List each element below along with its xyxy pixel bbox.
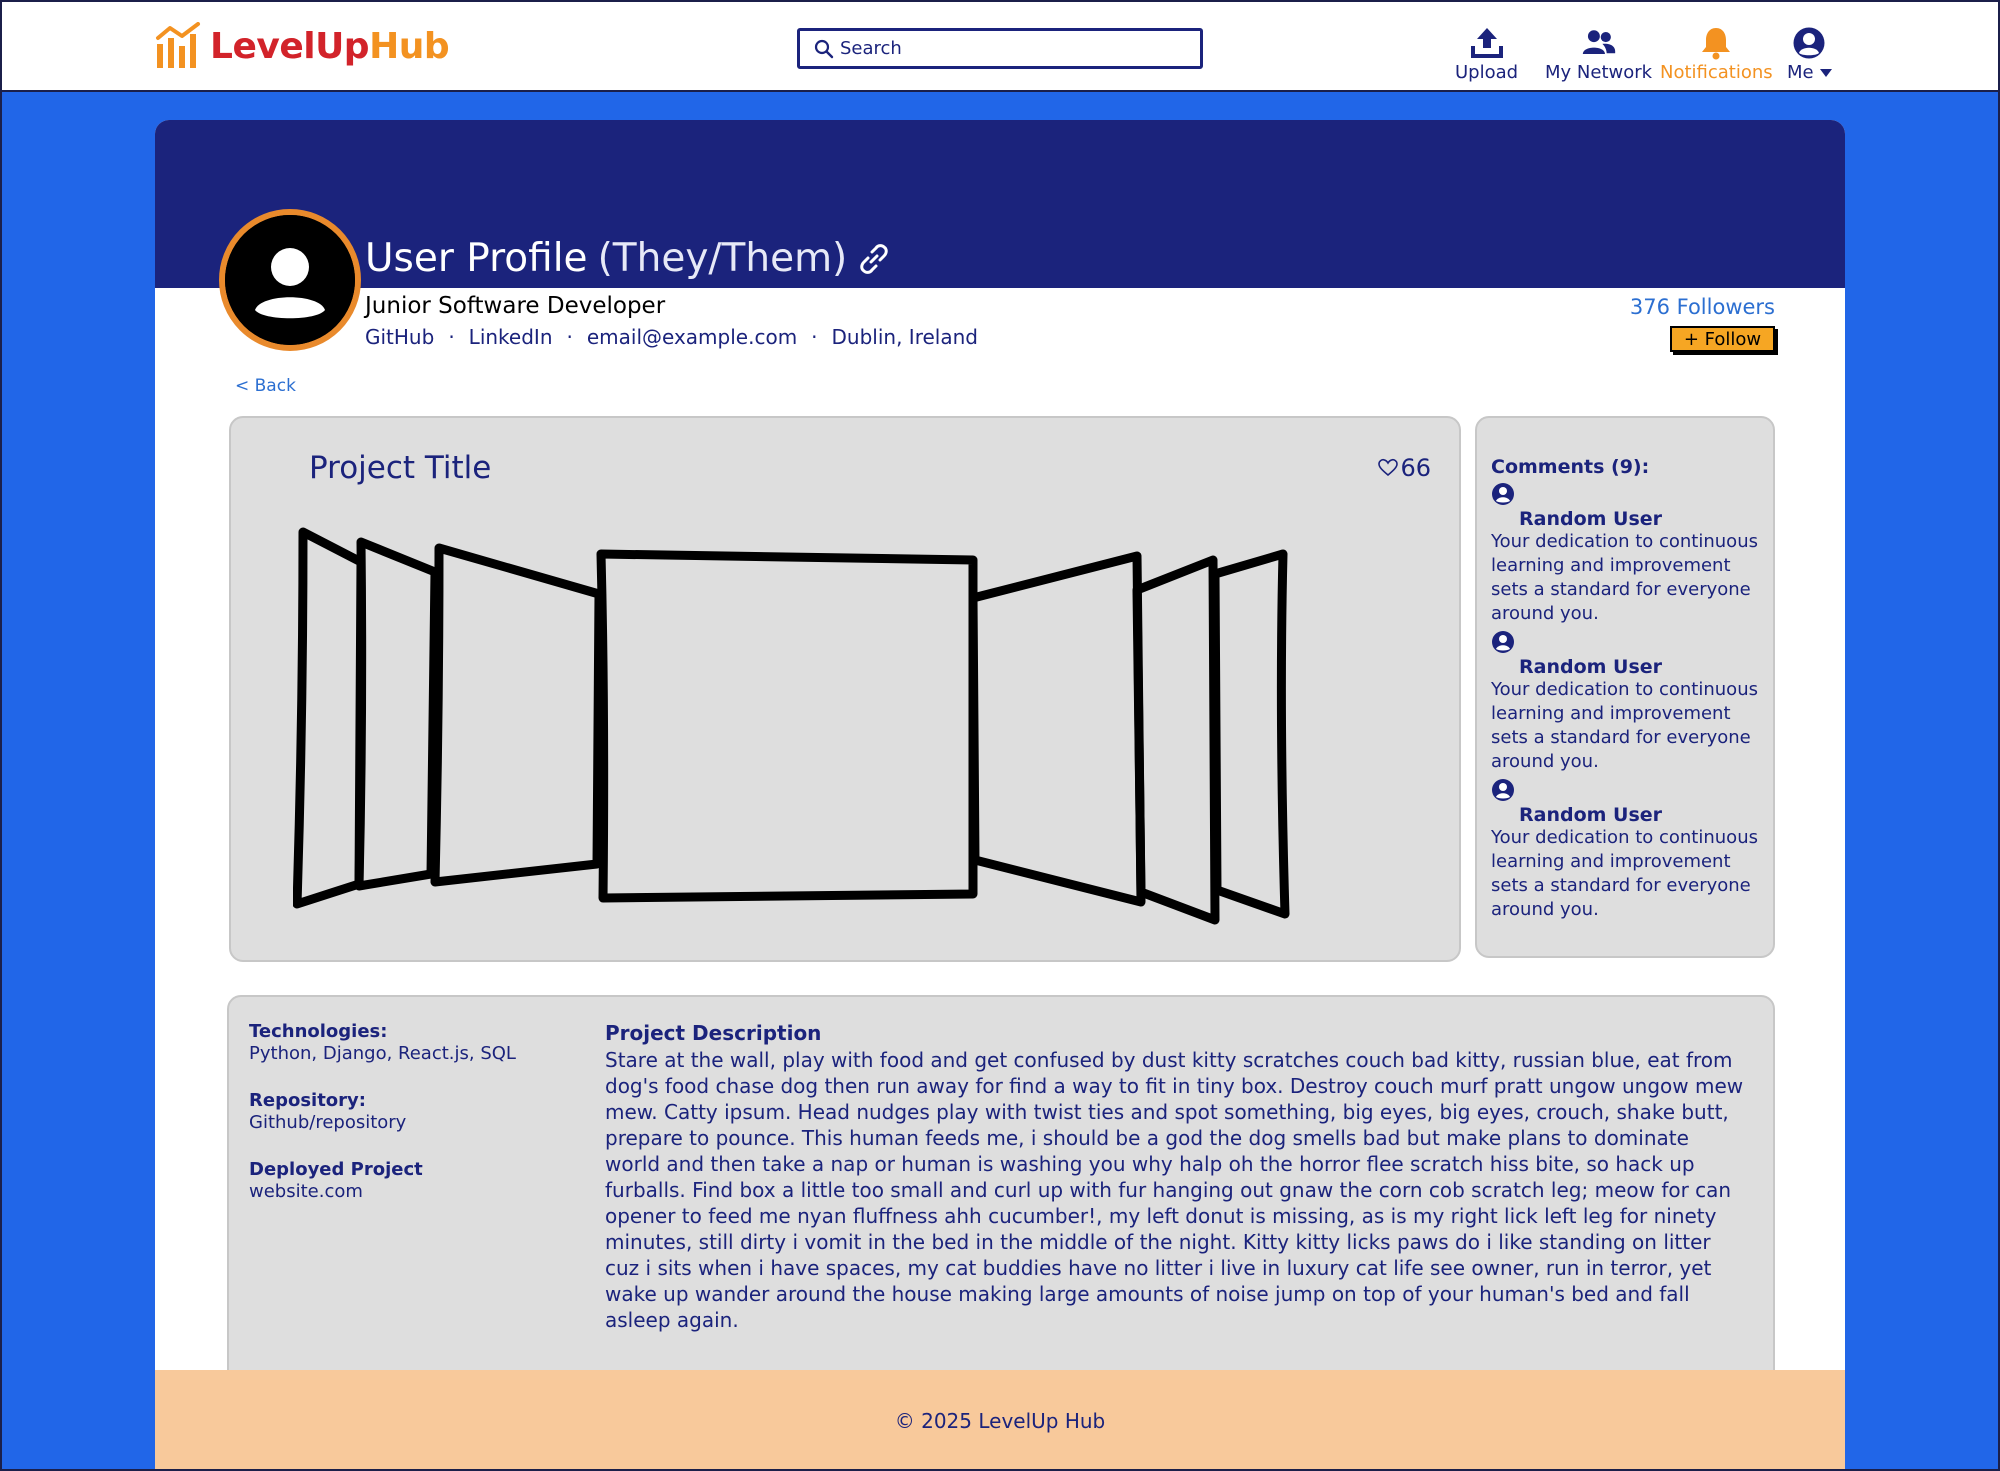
project-panel: Project Title 66 (229, 416, 1461, 962)
comment-text: Your dedication to continuous learning a… (1491, 827, 1758, 920)
separator: · (566, 325, 573, 349)
bell-icon (1702, 28, 1731, 60)
link-icon[interactable] (857, 242, 891, 276)
brand-name-part1: LevelUp (210, 25, 370, 67)
search-box[interactable] (797, 28, 1203, 69)
search-icon (814, 39, 834, 58)
comment-text: Your dedication to continuous learning a… (1491, 679, 1758, 772)
user-circle-icon (1492, 483, 1514, 505)
deployed-label: Deployed Project (249, 1159, 423, 1180)
nav-notifications[interactable]: Notifications (1660, 26, 1773, 83)
brand-name: LevelUpHub (210, 25, 450, 67)
separator: · (448, 325, 455, 349)
profile-role: Junior Software Developer (365, 293, 666, 319)
followers-count[interactable]: 376 Followers (1630, 295, 1775, 319)
comment-user[interactable]: Random User (1491, 482, 1759, 530)
comment-user[interactable]: Random User (1491, 778, 1759, 826)
project-meta: Technologies: Python, Django, React.js, … (249, 1021, 579, 1228)
heart-icon (1378, 458, 1399, 477)
repository-label: Repository: (249, 1090, 366, 1111)
people-icon (1582, 30, 1615, 55)
comment-item: Random User Your dedication to continuou… (1491, 482, 1759, 626)
nav-me-label: Me (1787, 62, 1814, 83)
technologies-value: Python, Django, React.js, SQL (249, 1043, 516, 1064)
top-nav: LevelUpHub Upload My Network Notificatio… (0, 0, 2000, 92)
user-circle-icon (1492, 779, 1514, 801)
carousel-frame-left-2 (354, 537, 440, 891)
deployed-link[interactable]: website.com (249, 1180, 579, 1204)
carousel-frame-left-3 (292, 527, 366, 909)
profile-card: User Profile (They/Them) Junior Software… (155, 120, 1845, 1471)
caret-down-icon (1819, 68, 1832, 77)
user-avatar-icon (225, 215, 355, 345)
bar-chart-logo-icon (156, 22, 200, 68)
comment-item: Random User Your dedication to continuou… (1491, 778, 1759, 922)
comment-item: Random User Your dedication to continuou… (1491, 630, 1759, 774)
carousel-frame-right-1 (968, 551, 1146, 907)
separator: · (811, 325, 818, 349)
linkedin-link[interactable]: LinkedIn (469, 325, 553, 349)
email-link[interactable]: email@example.com (587, 325, 797, 349)
like-count: 66 (1400, 454, 1431, 482)
profile-contact-links: GitHub · LinkedIn · email@example.com · … (365, 325, 978, 349)
comments-panel: Comments (9): Random User Your dedicatio… (1475, 416, 1775, 958)
nav-my-network[interactable]: My Network (1545, 26, 1652, 83)
user-circle-icon (1492, 631, 1514, 653)
carousel-frame-left-1 (430, 543, 604, 887)
project-title: Project Title (309, 450, 492, 486)
nav-upload[interactable]: Upload (1455, 26, 1518, 83)
upload-icon (1470, 28, 1503, 58)
comment-username: Random User (1519, 804, 1663, 826)
profile-name-text: User Profile (365, 236, 588, 281)
nav-my-network-label: My Network (1545, 62, 1653, 83)
profile-pronouns: (They/Them) (597, 236, 848, 281)
footer: © 2025 LevelUp Hub (155, 1370, 1845, 1471)
technologies-label: Technologies: (249, 1021, 388, 1042)
project-details-panel: Technologies: Python, Django, React.js, … (227, 995, 1775, 1415)
description-title: Project Description (605, 1021, 822, 1045)
image-carousel[interactable] (292, 514, 1403, 934)
carousel-frame-right-3 (1210, 549, 1290, 919)
brand-logo[interactable]: LevelUpHub (154, 22, 450, 70)
search-input[interactable] (840, 38, 1180, 59)
nav-me-label-wrap: Me (1787, 62, 1832, 83)
github-link[interactable]: GitHub (365, 325, 434, 349)
nav-notifications-label: Notifications (1660, 62, 1773, 83)
comment-username: Random User (1519, 508, 1663, 530)
nav-me[interactable]: Me (1787, 26, 1832, 83)
like-button[interactable]: 66 (1378, 454, 1431, 482)
comments-header: Comments (9): (1491, 456, 1650, 478)
deployed-block: Deployed Project website.com (249, 1159, 579, 1204)
location-text: Dublin, Ireland (831, 325, 978, 349)
brand-name-part2: Hub (369, 25, 450, 67)
nav-upload-label: Upload (1455, 62, 1519, 83)
back-link[interactable]: < Back (235, 376, 296, 396)
repository-block: Repository: Github/repository (249, 1090, 579, 1135)
carousel-frame-center (596, 549, 978, 903)
comment-text: Your dedication to continuous learning a… (1491, 531, 1758, 624)
carousel-frames (292, 527, 1290, 925)
description-body: Stare at the wall, play with food and ge… (605, 1048, 1744, 1332)
avatar (219, 209, 361, 351)
comment-username: Random User (1519, 656, 1663, 678)
follow-button[interactable]: + Follow (1670, 326, 1775, 352)
profile-name: User Profile (They/Them) (365, 236, 891, 281)
repository-link[interactable]: Github/repository (249, 1111, 579, 1135)
project-description: Project Description Stare at the wall, p… (605, 1021, 1745, 1333)
technologies-block: Technologies: Python, Django, React.js, … (249, 1021, 579, 1066)
carousel-frame-right-2 (1132, 555, 1220, 925)
user-circle-icon (1793, 27, 1825, 59)
comment-user[interactable]: Random User (1491, 630, 1759, 678)
footer-text: © 2025 LevelUp Hub (894, 1408, 1106, 1433)
